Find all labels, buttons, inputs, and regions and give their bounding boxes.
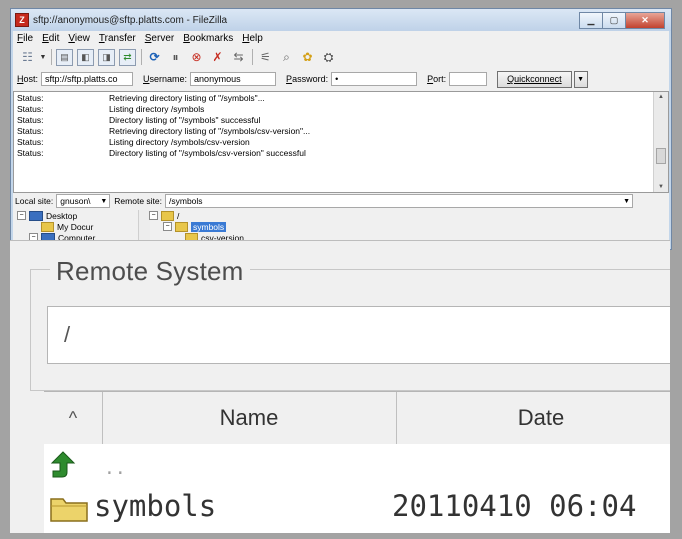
log-line: Status: Directory listing of "/symbols" s… [17, 114, 261, 125]
column-date[interactable]: Date [396, 392, 670, 444]
menu-transfer[interactable]: Transfer [99, 33, 136, 44]
maximize-icon[interactable]: ▢ [602, 12, 626, 29]
password-field[interactable]: • [331, 72, 418, 86]
window-title: sftp://anonymous@sftp.platts.com - FileZ… [33, 14, 228, 26]
log-line: Status: Listing directory /symbols/csv-ve… [17, 136, 250, 147]
filter-icon[interactable]: ⚟ [257, 49, 274, 66]
menu-server[interactable]: Server [145, 33, 174, 44]
local-site-combo[interactable]: gnuson\ ▼ [56, 194, 111, 208]
local-tree-my-documents[interactable]: My Docur [41, 221, 93, 232]
log-line: Status: Listing directory /symbols [17, 103, 205, 114]
remote-system-label: Remote System [50, 256, 250, 287]
chevron-up-icon: ^ [68, 407, 78, 428]
port-field[interactable] [449, 72, 488, 86]
site-manager-icon[interactable]: ☷ [19, 49, 36, 66]
reconnect-icon[interactable]: ⇆ [230, 49, 247, 66]
desktop-icon [29, 210, 43, 221]
row-name-symbols[interactable]: symbols [94, 489, 216, 523]
scroll-up-icon[interactable]: ▲ [654, 94, 668, 100]
remote-site-combo[interactable]: /symbols ▼ [165, 194, 633, 208]
dropdown-arrow-icon[interactable]: ▼ [40, 49, 47, 66]
chevron-down-icon: ▼ [100, 197, 108, 205]
filezilla-app-icon: Z [15, 13, 29, 27]
username-field[interactable]: anonymous [190, 72, 277, 86]
log-line: Status: Retrieving directory listing of "… [17, 125, 311, 136]
host-label: Host: [17, 74, 39, 84]
remote-path-input[interactable]: / [47, 306, 670, 364]
password-label: Password: [286, 74, 329, 84]
remote-site-label: Remote site: [114, 196, 162, 206]
menu-help[interactable]: Help [242, 33, 263, 44]
log-scroll-thumb[interactable] [656, 148, 666, 164]
sync-browse-icon[interactable]: ✿ [299, 49, 316, 66]
menu-bookmarks[interactable]: Bookmarks [183, 33, 233, 44]
toggle-remote-tree-icon[interactable]: ◨ [98, 48, 115, 66]
log-line: Status: Directory listing of "/symbols/cs… [17, 147, 306, 158]
toggle-local-tree-icon[interactable]: ◧ [77, 48, 94, 66]
close-icon[interactable]: ✕ [625, 12, 665, 29]
minimize-icon[interactable]: ▁ [579, 12, 603, 29]
local-site-label: Local site: [15, 196, 54, 206]
refresh-icon[interactable]: ⟳ [146, 49, 163, 66]
log-scrollbar[interactable]: ▲ ▼ [653, 92, 668, 192]
folder-icon [41, 221, 54, 232]
parent-directory-label[interactable]: .. [104, 458, 126, 479]
process-queue-icon[interactable]: ⏸ [167, 49, 184, 66]
message-log: Status: Retrieving directory listing of "… [13, 91, 669, 193]
file-list: .. symbols 20110410 06:04 [44, 444, 670, 533]
host-field[interactable]: sftp://sftp.platts.co [41, 72, 134, 86]
quickconnect-dropdown-icon[interactable]: ▼ [573, 70, 588, 88]
toggle-log-icon[interactable]: ▤ [56, 48, 73, 66]
toolbar: ☷ ▼ ▤ ◧ ◨ ⇄ ⟳ ⏸ ⊗ ✗ ⇆ ⚟ ⌕ ✿ ⛭ [13, 46, 669, 68]
port-label: Port: [427, 74, 447, 84]
toggle-queue-icon[interactable]: ⇄ [119, 48, 136, 66]
column-name[interactable]: Name [102, 392, 397, 444]
filezilla-window: Z sftp://anonymous@sftp.platts.com - Fil… [10, 8, 672, 250]
menu-bar: File Edit View Transfer Server Bookmarks… [13, 31, 669, 46]
folder-icon [161, 210, 174, 221]
menu-edit[interactable]: Edit [42, 33, 59, 44]
scroll-down-icon[interactable]: ▼ [654, 184, 668, 190]
zoomed-remote-panel: Remote System / ^ Name Date .. symbols 2… [10, 240, 670, 533]
menu-view[interactable]: View [68, 33, 90, 44]
title-bar: Z sftp://anonymous@sftp.platts.com - Fil… [11, 9, 671, 31]
log-line: Status: Retrieving directory listing of "… [17, 92, 265, 103]
folder-icon [50, 494, 88, 527]
sort-toggle-column[interactable]: ^ [44, 392, 103, 444]
search-icon[interactable]: ⛭ [320, 49, 337, 66]
remote-tree-symbols[interactable]: − symbols [163, 221, 227, 232]
quickconnect-bar: Host: sftp://sftp.platts.co Username: an… [13, 68, 669, 90]
compare-icon[interactable]: ⌕ [278, 49, 295, 66]
local-tree-desktop[interactable]: − Desktop [17, 210, 77, 221]
parent-directory-icon[interactable] [50, 450, 76, 485]
quickconnect-button[interactable]: Quickconnect [497, 70, 572, 88]
chevron-down-icon: ▼ [623, 197, 630, 205]
disconnect-icon[interactable]: ✗ [209, 49, 226, 66]
remote-tree-root[interactable]: − / [149, 210, 179, 221]
site-bar: Local site: gnuson\ ▼ Remote site: /symbo… [11, 193, 671, 209]
cancel-icon[interactable]: ⊗ [188, 49, 205, 66]
username-label: Username: [143, 74, 188, 84]
row-date-symbols: 20110410 06:04 [392, 489, 637, 523]
menu-file[interactable]: File [17, 33, 33, 44]
file-list-header: ^ Name Date [44, 391, 670, 445]
folder-icon [175, 221, 188, 232]
